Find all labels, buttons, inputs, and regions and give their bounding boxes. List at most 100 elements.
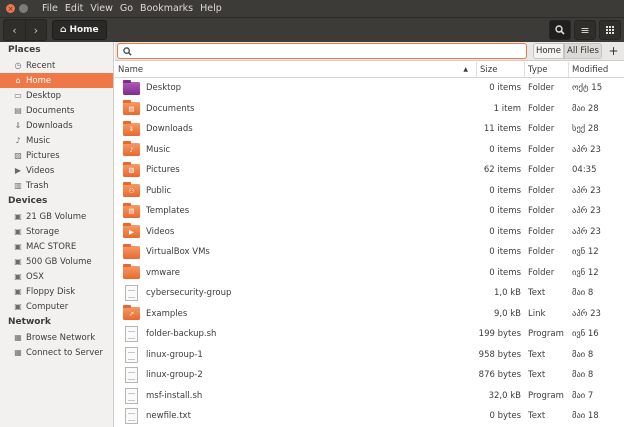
file-name: Music (146, 144, 171, 155)
forward-button[interactable]: › (25, 20, 46, 40)
search-scope-home[interactable]: Home (533, 43, 564, 59)
file-row[interactable]: ▤ Templates 0 items Folder აპრ 23 (115, 201, 624, 222)
file-name-cell: ⚇ Public (115, 182, 477, 198)
sidebar-item-places-5[interactable]: ♪ Music (0, 133, 113, 148)
menu-help[interactable]: Help (200, 3, 222, 14)
sidebar-item-label: 500 GB Volume (26, 256, 92, 267)
file-row[interactable]: linux-group-1 958 bytes Text მაი 8 (115, 345, 624, 366)
file-row[interactable]: linux-group-2 876 bytes Text მაი 8 (115, 365, 624, 386)
list-view-button[interactable]: ≡ (574, 20, 596, 40)
file-row[interactable]: VirtualBox VMs 0 items Folder ივნ 12 (115, 242, 624, 263)
list-view-icon: ≡ (580, 23, 590, 37)
file-type: Text (528, 288, 546, 299)
file-row[interactable]: ↗ Examples 9,0 kB Link აპრ 23 (115, 304, 624, 325)
file-row[interactable]: ▤ Documents 1 item Folder მაი 28 (115, 99, 624, 120)
sidebar-item-devices-5[interactable]: ▣ Floppy Disk (0, 284, 113, 299)
file-row[interactable]: msf-install.sh 32,0 kB Program მაი 7 (115, 386, 624, 407)
file-name: Videos (146, 226, 175, 237)
file-size: 0 items (489, 185, 521, 196)
file-name-cell: linux-group-2 (115, 367, 477, 384)
sidebar-item-places-0[interactable]: ◷ Recent (0, 58, 113, 73)
back-button[interactable]: ‹ (4, 20, 25, 40)
text-file-icon (125, 346, 138, 363)
file-name-cell: ▨ Pictures (115, 161, 477, 177)
add-search-criteria-button[interactable]: + (605, 43, 622, 59)
file-type: Program (528, 390, 564, 401)
sidebar-item-network-1[interactable]: ▦ Connect to Server (0, 345, 113, 360)
file-row[interactable]: ▨ Pictures 62 items Folder 04:35 (115, 160, 624, 181)
home-icon: ⌂ (60, 25, 67, 35)
file-name: Desktop (146, 83, 182, 94)
file-type: Program (528, 329, 564, 340)
search-input[interactable] (136, 46, 516, 56)
sidebar-item-places-4[interactable]: ⇓ Downloads (0, 118, 113, 133)
file-row[interactable]: ▶ Videos 0 items Folder აპრ 23 (115, 222, 624, 243)
file-row[interactable]: vmware 0 items Folder ივნ 12 (115, 263, 624, 284)
menu-bookmarks[interactable]: Bookmarks (140, 3, 193, 14)
file-size: 0 items (489, 247, 521, 258)
file-modified: მაი 28 (572, 103, 599, 114)
sidebar-item-places-6[interactable]: ▨ Pictures (0, 148, 113, 163)
file-size: 0 bytes (489, 411, 521, 422)
file-row[interactable]: ⚇ Public 0 items Folder აპრ 23 (115, 181, 624, 202)
search-scope-all-files[interactable]: All Files (564, 43, 602, 59)
file-row[interactable]: ⇓ Downloads 11 items Folder სექ 28 (115, 119, 624, 140)
sidebar-item-devices-4[interactable]: ▣ OSX (0, 269, 113, 284)
recent-icon: ◷ (14, 61, 22, 70)
search-button[interactable] (549, 20, 571, 40)
sidebar-item-devices-1[interactable]: ▣ Storage (0, 224, 113, 239)
menu-edit[interactable]: Edit (65, 3, 83, 14)
sidebar-item-devices-2[interactable]: ▣ MAC STORE (0, 239, 113, 254)
column-modified[interactable]: Modified (569, 62, 624, 77)
path-bar-home-button[interactable]: ⌂ Home (52, 20, 107, 40)
grid-view-button[interactable] (599, 20, 621, 40)
file-name-cell: newfile.txt (115, 408, 477, 425)
file-row[interactable]: Desktop 0 items Folder ოქტ 15 (115, 78, 624, 99)
column-type[interactable]: Type (525, 62, 569, 77)
file-name: Examples (146, 308, 188, 319)
file-row[interactable]: cybersecurity-group 1,0 kB Text მაი 8 (115, 283, 624, 304)
column-name[interactable]: Name ▲ (115, 62, 477, 77)
sidebar-item-label: Browse Network (26, 332, 96, 343)
folder-icon: ▨ (123, 161, 140, 177)
folder-icon: ⚇ (123, 182, 140, 198)
file-row[interactable]: newfile.txt 0 bytes Text მაი 18 (115, 406, 624, 427)
menu-file[interactable]: File (42, 3, 58, 14)
menu-go[interactable]: Go (120, 3, 133, 14)
text-file-icon (125, 367, 138, 384)
folder-icon (123, 243, 140, 259)
drive-icon: ▣ (14, 272, 22, 281)
file-size: 1 item (493, 103, 521, 114)
pictures-icon: ▨ (14, 151, 22, 160)
sidebar-item-places-7[interactable]: ▶ Videos (0, 163, 113, 178)
sidebar-item-devices-6[interactable]: ▣ Computer (0, 299, 113, 314)
file-size: 9,0 kB (494, 308, 521, 319)
file-name-cell: ↗ Examples (115, 305, 477, 321)
folder-icon: ▤ (123, 202, 140, 218)
sidebar-item-places-8[interactable]: ▥ Trash (0, 178, 113, 193)
file-size: 0 items (489, 83, 521, 94)
desktop-icon: ▭ (14, 91, 22, 100)
file-name-cell: VirtualBox VMs (115, 243, 477, 259)
file-type: Folder (528, 144, 555, 155)
column-size[interactable]: Size (477, 62, 525, 77)
sidebar-item-network-0[interactable]: ▦ Browse Network (0, 330, 113, 345)
sidebar-item-devices-0[interactable]: ▣ 21 GB Volume (0, 209, 113, 224)
file-modified: სექ 28 (572, 124, 599, 135)
sidebar-item-places-2[interactable]: ▭ Desktop (0, 88, 113, 103)
sidebar-item-devices-3[interactable]: ▣ 500 GB Volume (0, 254, 113, 269)
file-name: newfile.txt (146, 411, 191, 422)
file-row[interactable]: ♪ Music 0 items Folder აპრ 23 (115, 140, 624, 161)
folder-icon: ↗ (123, 305, 140, 321)
menu-view[interactable]: View (90, 3, 113, 14)
file-name-cell: msf-install.sh (115, 387, 477, 404)
file-row[interactable]: folder-backup.sh 199 bytes Program ივნ 16 (115, 324, 624, 345)
text-file-icon (125, 285, 138, 302)
sidebar-item-places-1[interactable]: ⌂ Home (0, 73, 113, 88)
network-icon: ▦ (14, 348, 22, 357)
close-window-icon[interactable]: × (6, 4, 15, 13)
minimize-window-icon[interactable] (19, 4, 28, 13)
sidebar-item-places-3[interactable]: ▤ Documents (0, 103, 113, 118)
file-name-cell: ▶ Videos (115, 223, 477, 239)
file-size: 199 bytes (478, 329, 521, 340)
